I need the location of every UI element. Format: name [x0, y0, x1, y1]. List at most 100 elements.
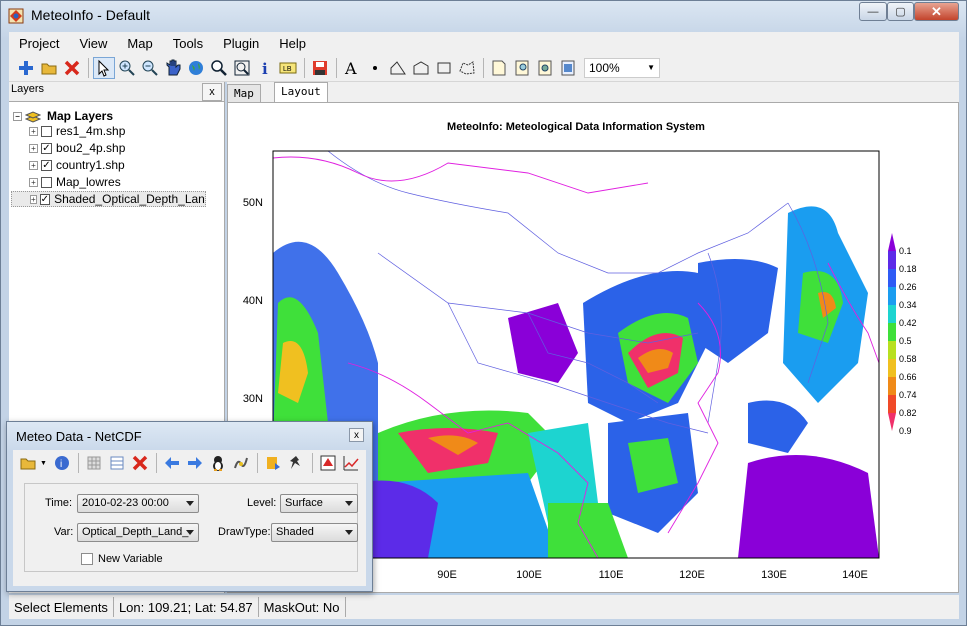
chevron-down-icon[interactable]: ▼	[40, 460, 47, 467]
chevron-down-icon	[345, 530, 353, 535]
section-icon[interactable]	[230, 452, 252, 474]
toolbar-separator	[483, 57, 484, 78]
minimize-button[interactable]: —	[859, 2, 887, 21]
level-select[interactable]: Surface	[280, 494, 358, 513]
layer-checkbox[interactable]	[41, 176, 52, 188]
label-icon[interactable]: LB	[277, 57, 299, 79]
legend-swatch	[888, 233, 896, 251]
layer-checkbox[interactable]: ✓	[41, 159, 52, 171]
zoom-in-icon[interactable]	[116, 57, 138, 79]
dialog-title: Meteo Data - NetCDF	[16, 429, 142, 444]
pan-icon[interactable]	[162, 57, 184, 79]
svg-text:A: A	[344, 59, 357, 77]
zoom-page-in-icon[interactable]	[511, 57, 533, 79]
layer-item[interactable]: + ✓ country1.shp	[29, 157, 125, 173]
legend-swatch	[888, 305, 896, 323]
status-maskout: MaskOut: No	[259, 597, 346, 617]
var-value: Optical_Depth_Land_	[82, 526, 189, 538]
identify-icon[interactable]: i	[254, 57, 276, 79]
remove-data-icon[interactable]	[129, 452, 151, 474]
menu-tools[interactable]: Tools	[163, 36, 213, 51]
layer-checkbox[interactable]: ✓	[41, 142, 52, 154]
layer-label: res1_4m.shp	[56, 124, 126, 138]
point-icon[interactable]	[364, 57, 386, 79]
new-variable-checkbox[interactable]	[81, 553, 93, 565]
layer-item[interactable]: + ✓ bou2_4p.shp	[29, 140, 125, 156]
grid-data-icon[interactable]	[83, 452, 105, 474]
rectangle-icon[interactable]	[433, 57, 455, 79]
magnifier-icon[interactable]	[208, 57, 230, 79]
menu-project[interactable]: Project	[9, 36, 69, 51]
open-data-icon[interactable]	[17, 452, 39, 474]
remove-icon[interactable]	[61, 57, 83, 79]
arrow-left-icon[interactable]	[161, 452, 183, 474]
map-layers-root[interactable]: − Map Layers	[13, 109, 113, 123]
save-icon[interactable]	[309, 57, 331, 79]
legend-label: 0.34	[899, 300, 917, 310]
dialog-body: ▼ i Time: 2010-02-23 00:00 Level: Surfac…	[13, 450, 366, 586]
fit-page-icon[interactable]	[557, 57, 579, 79]
expand-icon[interactable]: +	[29, 160, 38, 170]
zoom-to-layer-icon[interactable]	[231, 57, 253, 79]
zoom-page-out-icon[interactable]	[534, 57, 556, 79]
layer-item[interactable]: + res1_4m.shp	[29, 123, 125, 139]
close-icon: x	[209, 86, 215, 98]
plot-map-icon[interactable]	[317, 452, 339, 474]
time-series-icon[interactable]	[262, 452, 284, 474]
zoom-select[interactable]: 100% ▼	[584, 57, 660, 78]
arrow-right-icon[interactable]	[184, 452, 206, 474]
legend-swatch	[888, 341, 896, 359]
line-chart-icon[interactable]	[340, 452, 362, 474]
expand-icon[interactable]: +	[29, 177, 38, 187]
polygon-icon[interactable]	[410, 57, 432, 79]
var-label: Var:	[54, 526, 74, 538]
run-icon[interactable]	[285, 452, 307, 474]
layer-label: Map_lowres	[56, 175, 121, 189]
layer-label: country1.shp	[56, 158, 125, 172]
title-bar[interactable]: MeteoInfo - Default — ▢ ✕	[1, 1, 966, 31]
add-layer-icon[interactable]	[15, 57, 37, 79]
close-button[interactable]: ✕	[914, 2, 959, 21]
map-layers-label: Map Layers	[47, 109, 114, 123]
menu-bar: Project View Map Tools Plugin Help	[9, 32, 959, 54]
time-select[interactable]: 2010-02-23 00:00	[77, 494, 199, 513]
table-icon[interactable]	[106, 452, 128, 474]
layer-checkbox[interactable]: ✓	[39, 193, 51, 205]
collapse-icon[interactable]: −	[13, 111, 22, 121]
menu-map[interactable]: Map	[117, 36, 162, 51]
layer-label: bou2_4p.shp	[56, 141, 126, 155]
page-setup-icon[interactable]	[488, 57, 510, 79]
maximize-button[interactable]: ▢	[887, 2, 914, 21]
data-info-icon[interactable]: i	[51, 452, 73, 474]
var-select[interactable]: Optical_Depth_Land_	[77, 523, 199, 542]
layer-item-selected[interactable]: + ✓ Shaded_Optical_Depth_Land_A	[11, 191, 206, 207]
menu-view[interactable]: View	[69, 36, 117, 51]
layer-item[interactable]: + Map_lowres	[29, 174, 121, 190]
expand-icon[interactable]: +	[29, 143, 38, 153]
lat-label: 30N	[243, 393, 263, 405]
dialog-close-button[interactable]: x	[349, 428, 364, 442]
polyline-icon[interactable]	[387, 57, 409, 79]
tab-layout[interactable]: Layout	[274, 82, 328, 102]
chevron-down-icon	[186, 530, 194, 535]
legend-label: 0.66	[899, 372, 917, 382]
legend-swatch	[888, 395, 896, 413]
freehand-icon[interactable]	[456, 57, 478, 79]
layer-checkbox[interactable]	[41, 125, 52, 137]
drawtype-select[interactable]: Shaded	[271, 523, 358, 542]
lon-label: 120E	[679, 569, 705, 581]
layers-close-button[interactable]: x	[202, 83, 222, 101]
zoom-out-icon[interactable]	[139, 57, 161, 79]
legend-label: 0.9	[899, 426, 912, 436]
menu-help[interactable]: Help	[269, 36, 316, 51]
layers-icon	[25, 111, 41, 123]
expand-icon[interactable]: +	[29, 126, 38, 136]
expand-icon[interactable]: +	[30, 194, 37, 204]
tab-map[interactable]: Map	[227, 84, 261, 102]
menu-plugin[interactable]: Plugin	[213, 36, 269, 51]
animate-icon[interactable]	[207, 452, 229, 474]
open-icon[interactable]	[38, 57, 60, 79]
text-icon[interactable]: A	[341, 57, 363, 79]
select-icon[interactable]	[93, 56, 115, 79]
full-extent-icon[interactable]	[185, 57, 207, 79]
